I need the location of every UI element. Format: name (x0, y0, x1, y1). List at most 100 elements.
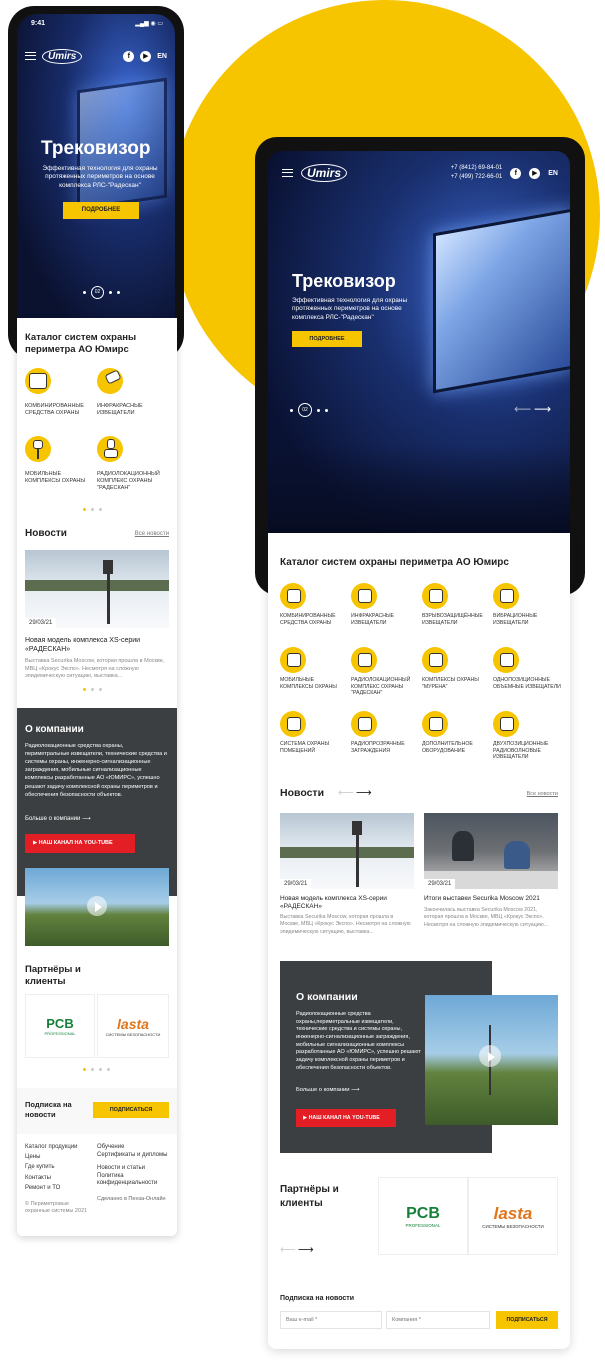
hero-more-button[interactable]: ПОДРОБНЕЕ (63, 202, 139, 219)
partner-lasta[interactable]: lasta СИСТЕМЫ БЕЗОПАСНОСТИ (97, 994, 169, 1058)
catalog-title: Каталог систем охраны периметра АО Юмирс (25, 332, 137, 356)
camera-icon (352, 821, 362, 835)
pager-dot[interactable] (91, 688, 94, 691)
news-headline[interactable]: Новая модель комплекса XS-серии «РАДЕСКА… (280, 895, 414, 912)
footer-link-repair[interactable]: Ремонт и ТО (25, 1183, 93, 1193)
subscribe-button[interactable]: ПОДПИСАТЬСЯ (496, 1311, 558, 1329)
news-image[interactable]: 29/03/21 (424, 813, 558, 889)
menu-icon[interactable] (282, 169, 293, 177)
news-date: 29/03/21 (424, 879, 456, 889)
youtube-icon: ▶ (303, 1115, 308, 1121)
catalog-item[interactable]: ИНФРАКРАСНЫЕ ИЗВЕЩАТЕЛИ (97, 368, 169, 417)
footer-link-news[interactable]: Новости и статьи (97, 1163, 169, 1173)
footer-link-prices[interactable]: Цены (25, 1152, 93, 1162)
slider-dot[interactable] (109, 291, 112, 294)
news-date: 29/03/21 (25, 618, 57, 628)
pager-dot-active[interactable] (83, 1068, 86, 1071)
arrow-left-icon[interactable]: ⟵ (338, 786, 354, 799)
catalog-item[interactable]: СИСТЕМА ОХРАНЫ ПОМЕЩЕНИЙ (280, 711, 348, 754)
catalog-item[interactable]: КОМПЛЕКСЫ ОХРАНЫ "МУРЕНА" (422, 647, 490, 690)
catalog-item[interactable]: ВЗРЫВОЗАЩИЩЁННЫЕ ИЗВЕЩАТЕЛИ (422, 583, 490, 626)
partner-pcb[interactable]: PCB PROFESSIONAL (25, 994, 95, 1058)
slider-dot[interactable] (83, 291, 86, 294)
brand-logo[interactable]: Umirs (301, 164, 348, 182)
catalog-item[interactable]: ДВУХПОЗИЦИОННЫЕ РАДИОВОЛНОВЫЕ ИЗВЕЩАТЕЛИ (493, 711, 561, 761)
phone-number[interactable]: +7 (8412) 69-84-01 (451, 164, 503, 173)
youtube-icon[interactable]: ▶ (529, 167, 541, 179)
arrow-right-icon[interactable]: ⟶ (534, 402, 551, 416)
news-headline[interactable]: Новая модель комплекса XS-серии «РАДЕСКА… (25, 636, 169, 654)
footer-link-where-buy[interactable]: Где купить (25, 1162, 93, 1172)
pager-dot[interactable] (99, 1068, 102, 1071)
catalog-item[interactable]: ДОПОЛНИТЕЛЬНОЕ ОБОРУДОВАНИЕ (422, 711, 490, 754)
news-image[interactable]: 29/03/21 (25, 550, 169, 628)
menu-icon[interactable] (25, 52, 36, 60)
arrow-right-icon[interactable]: ⟶ (356, 786, 372, 799)
catalog-item-label: РАДИОЛОКАЦИОННЫЙ КОМПЛЕКС ОХРАНЫ "РАДЕСК… (97, 471, 160, 491)
arrow-left-icon[interactable]: ⟵ (514, 402, 531, 416)
news-image[interactable]: 29/03/21 (280, 813, 414, 889)
youtube-icon[interactable]: ▶ (140, 50, 152, 62)
footer-link-certificates[interactable]: Сертификаты и дипломы (97, 1152, 169, 1160)
pager-dot[interactable] (91, 1068, 94, 1071)
catalog-item[interactable]: РАДИОЛОКАЦИОННЫЙ КОМПЛЕКС ОХРАНЫ "РАДЕСК… (97, 436, 169, 492)
catalog-item[interactable]: МОБИЛЬНЫЕ КОМПЛЕКСЫ ОХРАНЫ (25, 436, 95, 485)
pager-dot[interactable] (99, 688, 102, 691)
slider-dot[interactable] (290, 408, 293, 412)
arrow-right-icon[interactable]: ⟶ (298, 1243, 314, 1256)
language-switch[interactable]: EN (157, 53, 167, 60)
slider-dot-active[interactable]: 02 (91, 286, 104, 299)
email-field[interactable] (280, 1311, 382, 1329)
about-more-link[interactable]: Больше о компании ⟶ (25, 815, 91, 822)
play-icon[interactable] (479, 1045, 501, 1067)
facebook-icon[interactable]: f (123, 50, 135, 62)
about-video[interactable] (425, 995, 558, 1125)
footer-link-privacy[interactable]: Политика конфиденциальности (97, 1173, 169, 1188)
footer-link-contacts[interactable]: Контакты (25, 1173, 93, 1183)
footer-link-training[interactable]: Обучение (97, 1142, 169, 1152)
tripod-icon (25, 436, 51, 462)
footer-link-catalog[interactable]: Каталог продукции (25, 1142, 93, 1152)
catalog-item[interactable]: РАДИОПРОЗРАЧНЫЕ ЗАГРАЖДЕНИЯ (351, 711, 419, 754)
partner-lasta[interactable]: lasta СИСТЕМЫ БЕЗОПАСНОСТИ (468, 1177, 558, 1255)
all-news-link[interactable]: Все новости (135, 531, 169, 537)
radar-icon (351, 647, 377, 673)
slider-dot[interactable] (317, 408, 320, 412)
developer-credit[interactable]: Сделанно в Пенза-Онлайн (97, 1196, 169, 1203)
catalog-item-label: КОМПЛЕКСЫ ОХРАНЫ "МУРЕНА" (422, 677, 479, 690)
play-icon[interactable] (87, 896, 107, 916)
pager-dot[interactable] (99, 508, 102, 511)
about-video[interactable] (25, 868, 169, 946)
arrow-right-icon: ⟶ (82, 816, 91, 822)
brand-logo[interactable]: Umirs (42, 48, 83, 64)
catalog-item-label: МОБИЛЬНЫЕ КОМПЛЕКСЫ ОХРАНЫ (280, 677, 337, 690)
youtube-channel-button[interactable]: ▶ НАШ КАНАЛ НА YOU-TUBE (296, 1109, 396, 1127)
slider-dot[interactable] (325, 408, 328, 412)
facebook-icon[interactable]: f (510, 167, 522, 179)
news-headline[interactable]: Итоги выставки Securika Moscow 2021 (424, 895, 558, 903)
slider-dot[interactable] (117, 291, 120, 294)
catalog-item[interactable]: МОБИЛЬНЫЕ КОМПЛЕКСЫ ОХРАНЫ (280, 647, 348, 690)
catalog-item[interactable]: КОМБИНИРОВАННЫЕ СРЕДСТВА ОХРАНЫ (280, 583, 348, 626)
catalog-item[interactable]: ИНФРАКРАСНЫЕ ИЗВЕЩАТЕЛИ (351, 583, 419, 626)
pager-dot[interactable] (91, 508, 94, 511)
phone-number[interactable]: +7 (499) 722-66-01 (451, 173, 503, 182)
hero-more-button[interactable]: ПОДРОБНЕЕ (292, 331, 362, 347)
partner-pcb[interactable]: PCB PROFESSIONAL (378, 1177, 468, 1255)
pager-dot-active[interactable] (83, 688, 86, 691)
about-text: Радиолокационные средства охраны,перимет… (296, 1011, 421, 1071)
company-field[interactable] (386, 1311, 490, 1329)
about-more-link[interactable]: Больше о компании ⟶ (296, 1087, 359, 1093)
slider-dot-active[interactable]: 02 (298, 403, 312, 417)
pager-dot-active[interactable] (83, 508, 86, 511)
arrow-left-icon[interactable]: ⟵ (280, 1243, 296, 1256)
catalog-item[interactable]: РАДИОЛОКАЦИОННЫЙ КОМПЛЕКС ОХРАНЫ "РАДЕСК… (351, 647, 419, 697)
catalog-item[interactable]: КОМБИНИРОВАННЫЕ СРЕДСТВА ОХРАНЫ (25, 368, 95, 417)
youtube-channel-button[interactable]: ▶ НАШ КАНАЛ НА YOU-TUBE (25, 834, 135, 853)
pager-dot[interactable] (107, 1068, 110, 1071)
language-switch[interactable]: EN (548, 170, 558, 177)
all-news-link[interactable]: Все новости (527, 791, 558, 797)
catalog-item[interactable]: ОДНОПОЗИЦИОННЫЕ ОБЪЕМНЫЕ ИЗВЕЩАТЕЛИ (493, 647, 561, 690)
subscribe-button[interactable]: ПОДПИСАТЬСЯ (93, 1102, 169, 1118)
catalog-item[interactable]: ВИБРАЦИОННЫЕ ИЗВЕЩАТЕЛИ (493, 583, 561, 626)
